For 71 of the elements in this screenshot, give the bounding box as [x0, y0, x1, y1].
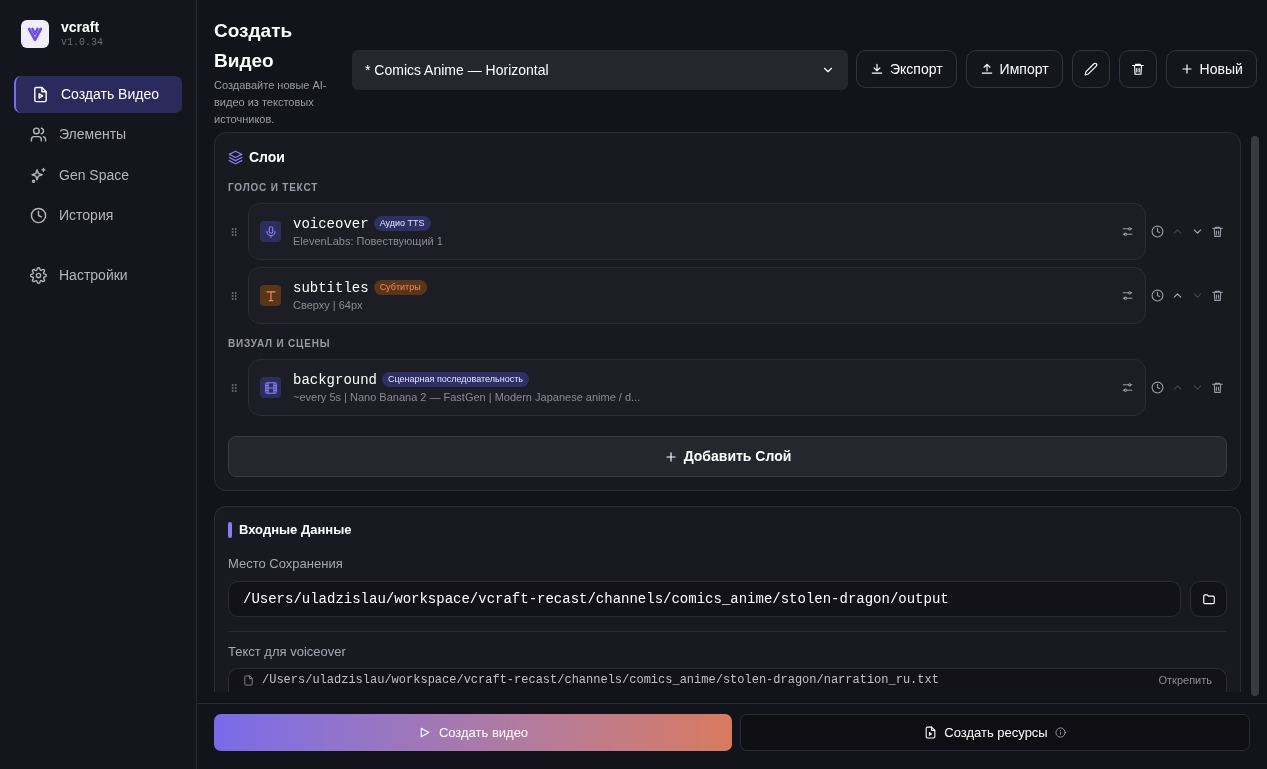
create-resources-button[interactable]: Создать ресурсы	[740, 714, 1250, 751]
field-label: Текст для voiceover	[228, 643, 347, 661]
video-file-icon	[32, 85, 49, 103]
layers-icon	[228, 150, 243, 165]
trash-icon	[1211, 289, 1224, 302]
logo-icon	[21, 20, 49, 48]
layer-card[interactable]: background Сценарная последовательность ~every 5s | Nano Banana 2 — FastGen | Modern Japanese anime / d...	[248, 359, 1146, 416]
page-subtitle: Создавайте новые AI-видео из текстовых источников.	[214, 78, 328, 127]
layer-tag: Сценарная последовательность	[382, 371, 530, 388]
clock-icon	[1151, 381, 1164, 394]
field-label: Место Сохранения	[228, 554, 344, 573]
panel-title: Слои	[249, 148, 285, 167]
sliders-icon	[1121, 289, 1134, 302]
trash-icon	[1130, 62, 1145, 76]
info-icon	[1054, 727, 1066, 738]
clock-icon	[30, 207, 47, 224]
create-video-button[interactable]: Создать видео	[214, 714, 732, 751]
clock-icon	[1151, 289, 1164, 302]
new-button[interactable]: Новый	[1165, 50, 1257, 88]
plus-icon	[1179, 62, 1194, 76]
layer-card[interactable]: subtitles Субтитры Сверху | 64px	[248, 267, 1146, 324]
download-icon	[870, 62, 884, 76]
edit-icon	[1083, 62, 1098, 76]
page-title: Создать Видео	[214, 19, 294, 73]
sidebar-item[interactable]: Элементы	[14, 116, 182, 153]
layer-tag: Субтитры	[373, 279, 427, 296]
layer-detail: ElevenLabs: Повествующий 1	[293, 233, 444, 249]
trash-icon	[1211, 225, 1224, 238]
sparkles-icon	[30, 166, 47, 184]
trash-icon	[1211, 381, 1224, 394]
microphone-icon	[260, 221, 281, 242]
sidebar-item[interactable]: Gen Space	[14, 156, 182, 194]
clock-icon	[1151, 225, 1164, 238]
export-button[interactable]: Экспорт	[856, 50, 957, 88]
scrollbar[interactable]	[1251, 136, 1259, 696]
delete-button[interactable]	[1118, 50, 1157, 88]
import-button[interactable]: Импорт	[965, 50, 1063, 88]
layer-tag: Аудио TTS	[373, 215, 431, 232]
sidebar-item[interactable]: История	[14, 197, 182, 234]
folder-icon	[1201, 592, 1216, 606]
sidebar-item[interactable]: Создать Видео	[14, 75, 182, 113]
file-path: /Users/uladzislau/workspace/vcraft-recast/channels/comics_anime/stolen-dragon/narration_ru.txt	[262, 672, 940, 689]
layer-name: background	[293, 370, 377, 389]
file-icon	[924, 726, 938, 739]
upload-icon	[979, 62, 994, 76]
sidebar-item[interactable]: Настройки	[14, 257, 182, 294]
layer-card[interactable]: voiceover Аудио TTS ElevenLabs: Повествующий 1	[248, 203, 1146, 260]
layer-detail: Сверху | 64px	[293, 297, 364, 313]
settings-icon	[30, 267, 47, 284]
plus-icon	[663, 449, 678, 464]
file-icon	[243, 674, 254, 686]
sliders-icon	[1121, 381, 1134, 394]
save-path-field[interactable]: /Users/uladzislau/workspace/vcraft-recast/channels/comics_anime/stolen-dragon/output	[228, 581, 1181, 617]
layer-detail: ~every 5s | Nano Banana 2 — FastGen | Modern Japanese anime / d...	[293, 389, 642, 405]
add-layer-button[interactable]: Добавить Слой	[228, 436, 1227, 477]
accent-bar	[228, 521, 232, 538]
panel-title: Входные Данные	[239, 521, 352, 539]
layer-name: subtitles	[293, 278, 369, 297]
browse-folder-button[interactable]	[1190, 581, 1227, 617]
app-version: v1.0.34	[61, 36, 103, 50]
sliders-icon	[1121, 225, 1134, 238]
edit-button[interactable]	[1071, 50, 1110, 88]
section-label: ВИЗУАЛ И СЦЕНЫ	[228, 337, 332, 351]
preset-select[interactable]: * Comics Anime — Horizontal	[352, 50, 848, 90]
users-icon	[30, 126, 47, 143]
app-name: vcraft	[61, 18, 101, 36]
detach-link[interactable]: Открепить	[1158, 671, 1212, 689]
layer-name: voiceover	[293, 214, 369, 233]
film-icon	[260, 377, 281, 398]
section-label: ГОЛОС И ТЕКСТ	[228, 181, 320, 195]
text-icon	[260, 285, 281, 306]
